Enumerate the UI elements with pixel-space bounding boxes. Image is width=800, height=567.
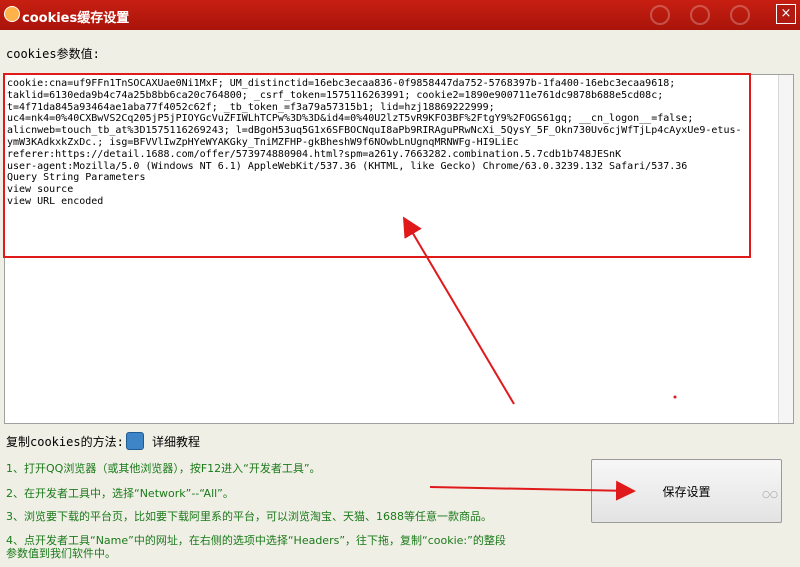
arrow-to-textarea — [402, 216, 515, 405]
annotation-dot — [673, 395, 677, 399]
arrow-to-save-button — [429, 480, 636, 501]
annotation-arrows — [402, 216, 677, 501]
